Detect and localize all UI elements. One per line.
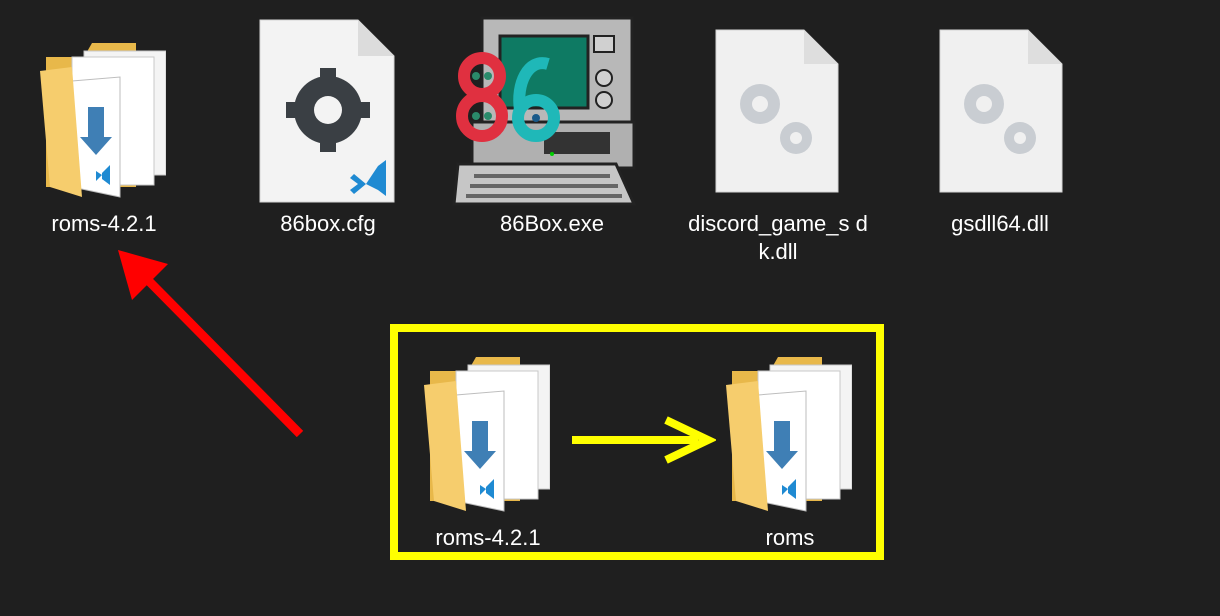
file-label-86box-exe[interactable]: 86Box.exe	[462, 210, 642, 238]
rename-to-label: roms	[765, 525, 815, 550]
rename-from-label: roms-4.2.1	[435, 525, 541, 550]
86box-app-icon[interactable]	[452, 14, 638, 206]
rename-arrow	[572, 416, 716, 464]
file-label-roms-folder[interactable]: roms-4.2.1	[14, 210, 194, 238]
file-label-discord-dll[interactable]: discord_game_s dk.dll	[684, 210, 872, 266]
cfg-file-icon[interactable]	[258, 18, 398, 204]
dll-file-icon[interactable]	[712, 26, 842, 196]
file-label-gsdll64[interactable]: gsdll64.dll	[910, 210, 1090, 238]
folder-icon[interactable]	[36, 34, 166, 200]
dll-file-icon[interactable]	[936, 26, 1066, 196]
folder-icon	[420, 348, 550, 514]
file-label-86box-cfg[interactable]: 86box.cfg	[238, 210, 418, 238]
pointer-arrow	[118, 250, 304, 438]
folder-icon	[722, 348, 852, 514]
